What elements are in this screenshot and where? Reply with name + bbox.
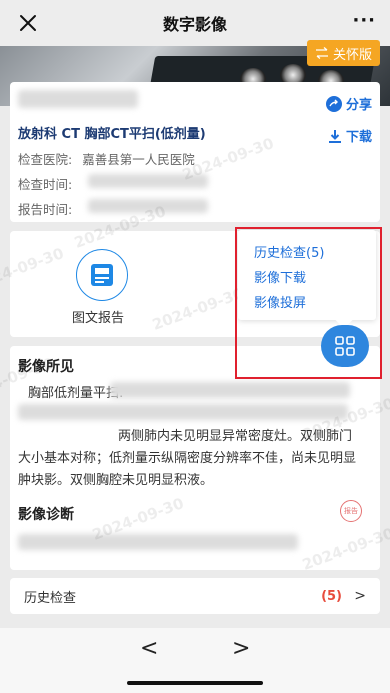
report-button[interactable] [76,249,128,301]
findings-body: 两侧肺内未见明显异常密度灶。双侧肺门大小基本对称；低剂量示纵隔密度分辨率不佳，尚… [18,429,357,488]
more-icon[interactable]: ··· [352,10,376,31]
redacted-diagnosis [18,534,298,550]
history-row[interactable]: 历史检查 (5) > [10,578,380,614]
switch-icon [315,47,328,59]
redacted-finding-2 [18,404,348,420]
care-mode-button[interactable]: 关怀版 [306,40,380,66]
home-indicator [127,681,263,685]
report-label[interactable]: 图文报告 [72,307,124,326]
care-mode-label: 关怀版 [332,47,372,63]
redacted-finding-1 [110,382,350,398]
report-icon [91,264,113,286]
exam-time-row: 检查时间: [18,174,72,193]
back-button[interactable]: < [140,636,158,661]
grid-icon [335,336,355,356]
seal-stamp: 报告 [340,500,362,522]
forward-button[interactable]: > [232,636,250,661]
diagnosis-title: 影像诊断 [18,507,74,523]
menu-fab[interactable] [321,325,369,367]
findings-title: 影像所见 [18,359,74,375]
download-label: 下载 [345,130,372,145]
findings-card: 影像所见 胸部低剂量平扫: 两侧肺内未见明显异常密度灶。双侧肺门大小基本对称；低… [10,346,380,570]
exam-time-label: 检查时间: [18,177,73,192]
redacted-report-time [88,199,208,213]
download-icon [328,129,341,143]
redacted-name [18,90,138,108]
history-label: 历史检查 [24,590,77,606]
close-icon[interactable] [14,9,42,37]
share-label: 分享 [345,98,372,113]
share-button[interactable]: 分享 [325,94,372,113]
chevron-right-icon: > [354,588,366,604]
page-title: 数字影像 [162,15,227,34]
hospital-label: 检查医院: [18,152,73,167]
report-time-label: 报告时间: [18,202,73,217]
hospital-row: 检查医院: 嘉善县第一人民医院 [18,149,195,168]
share-icon [325,95,342,112]
download-button[interactable]: 下载 [328,126,372,145]
redacted-exam-time [88,174,208,188]
bottom-bar: < > [0,628,390,693]
exam-info-card: 分享 下载 放射科 CT 胸部CT平扫(低剂量) 检查医院: 嘉善县第一人民医院… [10,82,380,222]
exam-title: 放射科 CT 胸部CT平扫(低剂量) [18,127,206,142]
hospital-value: 嘉善县第一人民医院 [82,152,195,167]
report-time-row: 报告时间: [18,199,72,218]
findings-text: 两侧肺内未见明显异常密度灶。双侧肺门大小基本对称；低剂量示纵隔密度分辨率不佳，尚… [18,426,360,492]
history-count: (5) [321,588,342,604]
